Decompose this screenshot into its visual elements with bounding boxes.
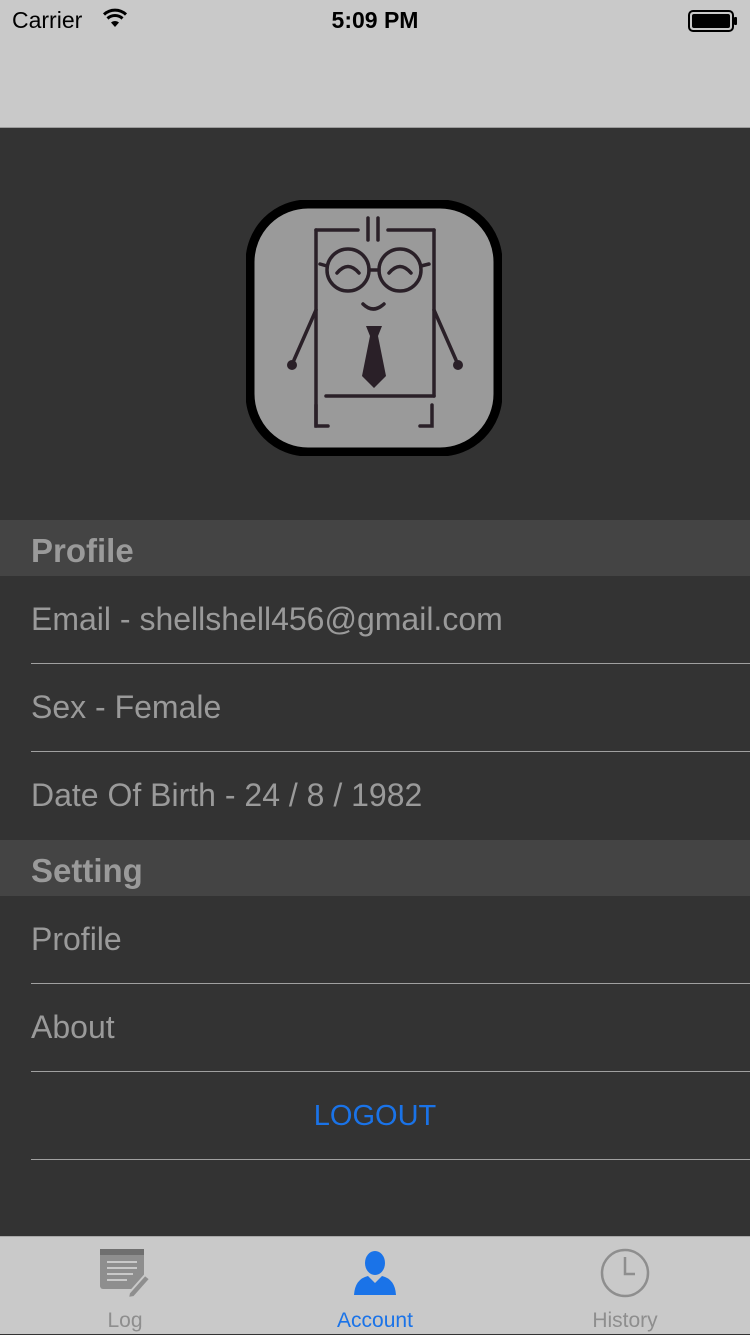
setting-profile-label: Profile xyxy=(31,921,122,957)
battery-icon xyxy=(688,10,737,32)
email-row[interactable]: Email - shellshell456@gmail.com xyxy=(0,576,750,664)
sex-label: Sex - Female xyxy=(31,689,222,725)
about-row[interactable]: About xyxy=(0,984,750,1072)
clock-icon xyxy=(600,1248,650,1298)
status-bar: Carrier 5:09 PM xyxy=(0,0,750,40)
tab-bar: Log Account History xyxy=(0,1236,750,1334)
about-label: About xyxy=(31,1009,115,1045)
avatar-icon[interactable] xyxy=(246,200,502,456)
tab-account[interactable]: Account xyxy=(250,1237,500,1335)
navigation-bar xyxy=(0,40,750,128)
row-divider xyxy=(31,1159,750,1160)
tab-log-label: Log xyxy=(107,1309,143,1332)
profile-section-title: Profile xyxy=(31,532,134,569)
tab-history[interactable]: History xyxy=(500,1237,750,1335)
tab-log[interactable]: Log xyxy=(0,1237,250,1335)
logout-label: LOGOUT xyxy=(313,1100,437,1132)
date-of-birth-row[interactable]: Date Of Birth - 24 / 8 / 1982 xyxy=(0,752,750,840)
setting-profile-row[interactable]: Profile xyxy=(0,896,750,984)
email-label: Email - shellshell456@gmail.com xyxy=(31,601,503,637)
date-of-birth-label: Date Of Birth - 24 / 8 / 1982 xyxy=(31,777,423,813)
profile-section-header: Profile xyxy=(0,520,750,576)
clock-time: 5:09 PM xyxy=(331,7,419,33)
setting-section-header: Setting xyxy=(0,840,750,896)
tab-account-label: Account xyxy=(337,1309,413,1332)
sex-row[interactable]: Sex - Female xyxy=(0,664,750,752)
setting-section-title: Setting xyxy=(31,852,143,889)
notepad-pencil-icon xyxy=(100,1249,151,1299)
logout-button[interactable]: LOGOUT xyxy=(0,1072,750,1160)
person-icon xyxy=(354,1251,396,1295)
tab-history-label: History xyxy=(592,1309,658,1332)
